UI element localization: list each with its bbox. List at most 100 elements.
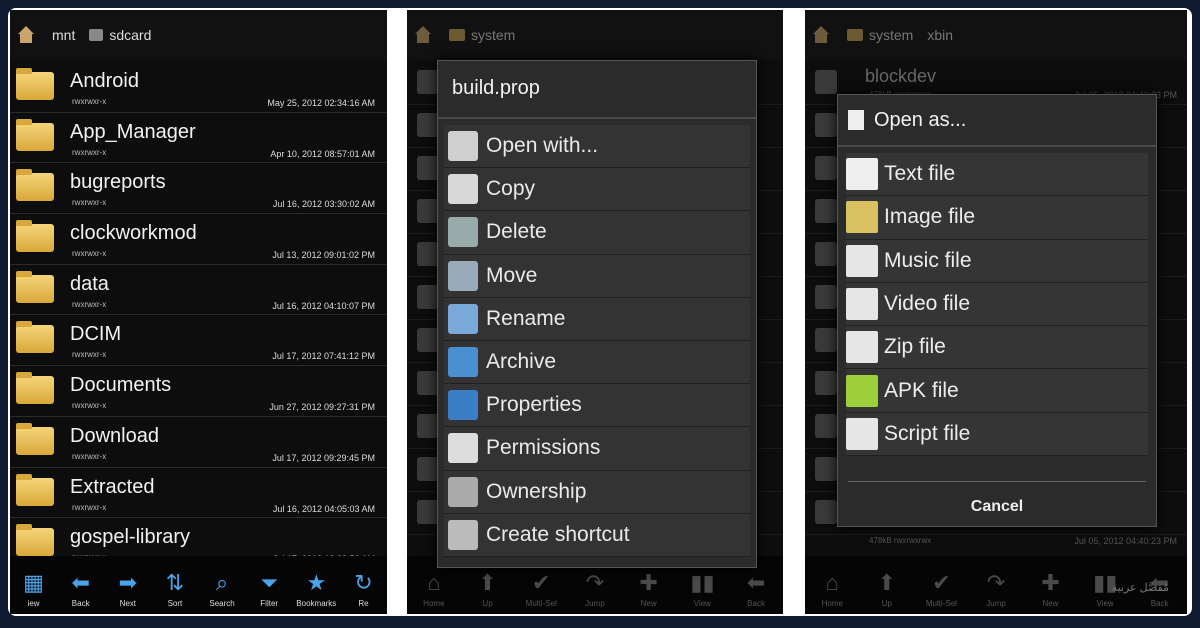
menu-item-create-shortcut[interactable]: Create shortcut <box>444 513 750 557</box>
list-item[interactable]: Documents rwxrwxr-x Jun 27, 2012 09:27:31 … <box>10 366 387 417</box>
scissors-icon <box>448 260 478 291</box>
home-icon[interactable] <box>811 26 831 44</box>
toolbar-label: Up <box>482 599 493 608</box>
home-icon[interactable] <box>413 26 433 44</box>
toolbar-button-re[interactable]: ↻ Re <box>340 571 387 609</box>
file-name: Download <box>70 424 159 447</box>
file-icon <box>417 242 439 266</box>
breadcrumb-sdcard[interactable]: sdcard <box>89 27 151 43</box>
menu-item-ownership[interactable]: Ownership <box>444 470 750 514</box>
toolbar-button-back[interactable]: ⬅ Back <box>731 570 781 609</box>
menu-item-move[interactable]: Move <box>444 254 750 298</box>
breadcrumb-mnt[interactable]: mnt <box>52 27 75 43</box>
folder-icon <box>16 473 54 506</box>
menu-item-apk-file[interactable]: APK file <box>846 369 1148 413</box>
toolbar-label: Back <box>1150 599 1169 608</box>
toolbar-button-search[interactable]: ⌕ Search <box>199 571 246 609</box>
file-icon <box>417 285 439 309</box>
toolbar-label: Bookmarks <box>296 599 337 608</box>
toolbar-label: New <box>640 599 657 608</box>
toolbar-button-next[interactable]: ➡ Next <box>104 571 151 609</box>
breadcrumb-system[interactable]: system <box>847 27 913 43</box>
file-permissions: rwxrwxr-x <box>72 299 107 309</box>
file-icon <box>417 371 439 395</box>
menu-item-script-file[interactable]: Script file <box>846 412 1148 457</box>
file-date: Jul 16, 2012 04:05:03 AM <box>272 503 375 514</box>
divider <box>848 481 1146 482</box>
menu-item-rename[interactable]: Rename <box>444 297 750 341</box>
new-icon: ✚ <box>1041 570 1060 595</box>
toolbar-button-bookmarks[interactable]: ★ Bookmarks <box>293 571 340 609</box>
file-permissions: rwxrwxr-x <box>72 451 107 461</box>
menu-item-label: Zip file <box>884 335 946 359</box>
path-bar: system <box>407 10 783 60</box>
toolbar-button-sort[interactable]: ⇅ Sort <box>151 571 198 609</box>
list-item[interactable]: bugreports rwxrwxr-x Jul 16, 2012 03:30:02… <box>10 163 387 215</box>
folder-icon <box>16 524 54 557</box>
menu-item-delete[interactable]: Delete <box>444 211 750 255</box>
home-icon[interactable] <box>16 26 36 44</box>
toolbar-button-up[interactable]: ⬆ Up <box>463 571 513 609</box>
file-icon <box>815 242 837 266</box>
menu-item-open-with[interactable]: Open with... <box>444 125 750 169</box>
list-item[interactable]: Download rwxrwxr-x Jul 17, 2012 09:29:45 P… <box>10 417 387 468</box>
toolbar-button-filter[interactable]: ⏷ Filter <box>246 570 293 609</box>
toolbar-button-view[interactable]: ▮▮ View <box>677 571 727 609</box>
jump-icon: ↷ <box>585 570 605 595</box>
trash-icon <box>448 217 478 248</box>
list-item[interactable]: App_Manager rwxrwxr-x Apr 10, 2012 08:57:0… <box>10 113 387 164</box>
breadcrumb-xbin[interactable]: xbin <box>927 27 953 43</box>
menu-item-archive[interactable]: Archive <box>444 340 750 385</box>
toolbar-button-multi-sel[interactable]: ✔ Multi-Sel <box>516 571 566 609</box>
menu-item-text-file[interactable]: Text file <box>846 153 1148 197</box>
menu-item-music-file[interactable]: Music file <box>846 239 1148 283</box>
file-icon <box>417 70 439 94</box>
toolbar-button-jump[interactable]: ↷ Jump <box>971 571 1021 609</box>
toolbar-button-up[interactable]: ⬆ Up <box>862 571 912 609</box>
cancel-button[interactable]: Cancel <box>838 498 1156 516</box>
toolbar-label: Filter <box>260 599 279 608</box>
toolbar-button-multi-sel[interactable]: ✔ Multi-Sel <box>916 571 966 609</box>
list-item[interactable]: DCIM rwxrwxr-x Jul 17, 2012 07:41:12 PM <box>10 315 387 367</box>
toolbar-label: Jump <box>585 599 605 608</box>
list-item[interactable]: data rwxrwxr-x Jul 16, 2012 04:10:07 PM <box>10 265 387 316</box>
menu-item-label: Properties <box>486 393 582 417</box>
new-icon: ✚ <box>639 570 658 595</box>
file-name: gospel-library <box>70 526 191 549</box>
toolbar-button-jump[interactable]: ↷ Jump <box>570 570 620 609</box>
toolbar-button-new[interactable]: ✚ New <box>1026 570 1076 609</box>
toolbar-button-home[interactable]: ⌂ Home <box>409 571 459 609</box>
menu-item-zip-file[interactable]: Zip file <box>846 326 1148 370</box>
menu-item-label: Image file <box>884 205 976 229</box>
menu-item-permissions[interactable]: Permissions <box>444 427 750 471</box>
toolbar-button-back[interactable]: ⬅ Back <box>57 571 104 609</box>
info-icon <box>448 390 478 421</box>
document-icon <box>848 110 864 130</box>
filter-icon: ⏷ <box>260 570 278 595</box>
file-icon <box>815 113 837 137</box>
folder-icon <box>16 270 54 303</box>
file-permissions: rwxrwxr-x <box>72 198 107 208</box>
toolbar-button-iew[interactable]: ▦ iew <box>10 571 57 609</box>
breadcrumb-system[interactable]: system <box>449 27 515 43</box>
menu-item-image-file[interactable]: Image file <box>846 196 1148 240</box>
list-item[interactable]: clockworkmod rwxrwxr-x Jul 13, 2012 09:01:… <box>10 214 387 265</box>
toolbar-label: Next <box>119 599 137 608</box>
file-icon <box>815 156 837 180</box>
menu-item-label: Archive <box>486 350 557 374</box>
menu-item-copy[interactable]: Copy <box>444 168 750 212</box>
menu-item-video-file[interactable]: Video file <box>846 282 1148 327</box>
file-icon <box>417 199 439 223</box>
toolbar-button-home[interactable]: ⌂ Home <box>807 571 857 609</box>
context-menu-panel: system ⌂ Home ⬆ Up ✔ Multi-Sel ↷ Jump ✚ New ▮▮ View… <box>407 10 783 614</box>
back-icon: ⬅ <box>746 570 766 595</box>
list-item[interactable]: Extracted rwxrwxr-x Jul 16, 2012 04:05:03 … <box>10 468 387 519</box>
file-permissions: rwxrwxr-x <box>72 502 107 512</box>
watermark: مُفصَّل عربية <box>1111 582 1169 594</box>
menu-item-properties[interactable]: Properties <box>444 384 750 428</box>
toolbar-button-new[interactable]: ✚ New <box>624 570 674 609</box>
file-icon <box>815 70 837 94</box>
file-icon <box>815 414 837 438</box>
file-icon <box>815 199 837 223</box>
list-item[interactable]: Android rwxrwxr-x May 25, 2012 02:34:16 AM <box>10 62 387 113</box>
